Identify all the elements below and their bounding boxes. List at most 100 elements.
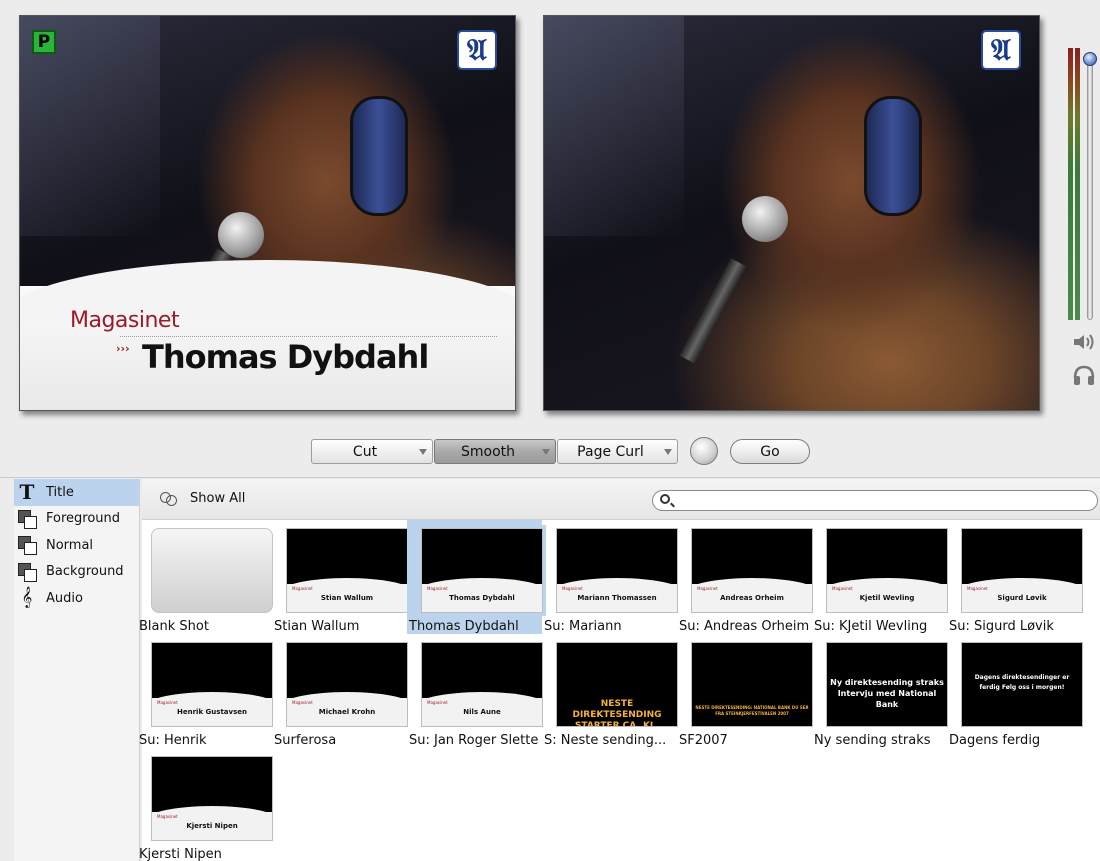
headphones-image [864,96,922,216]
category-foreground[interactable]: Foreground [14,506,139,533]
shot-thumbnail: Magasinet Kjetil Wevling [826,528,948,613]
speaker-icon[interactable] [1072,332,1096,352]
shot-tile[interactable]: Magasinet Andreas Orheim Su: Andreas Orhe… [677,520,813,634]
show-all-icon [160,491,178,506]
transition-options-icon[interactable] [690,437,718,465]
shot-library: Show All Blank Shot Magasinet Stian Wallu… [139,479,1100,861]
shot-tile[interactable]: Magasinet Kjersti Nipen Kjersti Nipen [137,748,273,861]
search-field[interactable] [652,490,1098,511]
audio-meter-left [1068,48,1073,320]
preview-monitor[interactable]: P 𝔄 Magasinet ››› Thomas Dybdahl [19,15,516,411]
shot-caption: Surferosa [274,733,337,748]
shot-tile[interactable]: Ny direktesending straks Intervju med Na… [812,634,948,748]
shot-thumbnail [151,528,273,613]
shot-caption: Su: KJetil Wevling [814,619,928,634]
audio-meter-right [1075,48,1080,320]
lower-third-brand: Magasinet [70,308,180,333]
category-audio[interactable]: 𝄞 Audio [14,585,139,612]
microphone-head-image [742,196,788,242]
shot-tile[interactable]: Magasinet Kjetil Wevling Su: KJetil Wevli… [812,520,948,634]
shot-tile[interactable]: NESTE DIREKTESENDING STARTER CA. KL. 19:… [542,634,678,748]
shot-caption: Dagens ferdig [949,733,1041,748]
shot-caption: Stian Wallum [274,619,360,634]
treble-clef-icon: 𝄞 [21,587,33,609]
headphones-image [350,96,408,216]
shot-tile-selected[interactable]: Magasinet Thomas Dybdahl Thomas Dybdahl [407,520,543,634]
layer-stack-icon [18,562,37,582]
shot-caption: Thomas Dybdahl [409,619,519,634]
shot-thumbnail: Magasinet Thomas Dybdahl [421,528,543,613]
shot-tile[interactable]: Dagens direktesendinger er ferdig Følg o… [947,634,1083,748]
shot-caption: Blank Shot [139,619,209,634]
title-icon: T [19,480,35,505]
category-sidebar: T Title Foreground Normal Background 𝄞 A… [14,479,140,861]
category-label: Title [46,484,74,500]
shot-thumbnail: Dagens direktesendinger er ferdig Følg o… [961,642,1083,727]
search-icon [660,494,670,504]
category-label: Audio [46,590,83,606]
shot-tile[interactable]: Magasinet Henrik Gustavsen Su: Henrik [137,634,273,748]
shot-tile[interactable]: Blank Shot [137,520,273,634]
lower-third-graphic: Magasinet ››› Thomas Dybdahl [20,260,515,410]
shot-tile[interactable]: Magasinet Mariann Thomassen Su: Mariann [542,520,678,634]
video-frame [544,16,1039,410]
volume-fader-knob[interactable] [1083,52,1097,66]
shot-caption: Ny sending straks [814,733,931,748]
stage-light [544,16,684,236]
program-badge: P [32,30,56,54]
category-normal[interactable]: Normal [14,532,139,559]
shot-tile[interactable]: NESTE DIREKTESENDING: NATIONAL BANK DU S… [677,634,813,748]
go-button[interactable]: Go [730,439,810,464]
shot-thumbnail: Magasinet Mariann Thomassen [556,528,678,613]
transition-cut-label: Cut [352,443,378,460]
shot-caption: Kjersti Nipen [139,847,222,861]
shot-thumbnail: Magasinet Nils Aune [421,642,543,727]
lower-third-name: Thomas Dybdahl [142,338,429,376]
shot-tile[interactable]: Magasinet Nils Aune Su: Jan Roger Slette [407,634,543,748]
shot-thumbnail: Magasinet Henrik Gustavsen [151,642,273,727]
shot-caption: Su: Andreas Orheim [679,619,810,634]
chevron-down-icon[interactable] [664,449,672,455]
transition-smooth-button[interactable]: Smooth [434,439,556,464]
channel-logo: 𝔄 [457,30,497,70]
transition-cut-button[interactable]: Cut [311,439,433,464]
shot-tile[interactable]: Magasinet Sigurd Løvik Su: Sigurd Løvik [947,520,1083,634]
volume-fader-track[interactable] [1087,58,1093,320]
layer-stack-icon [18,509,37,529]
shot-thumbnail: Magasinet Sigurd Løvik [961,528,1083,613]
shot-thumbnail: Magasinet Kjersti Nipen [151,756,273,841]
chevron-down-icon[interactable] [542,449,550,455]
shot-thumbnail: Magasinet Andreas Orheim [691,528,813,613]
shot-caption: Su: Jan Roger Slette [409,733,539,748]
chevron-down-icon[interactable] [419,449,427,455]
shot-thumbnail: Magasinet Stian Wallum [286,528,408,613]
transition-smooth-label: Smooth [460,443,516,460]
transition-page-curl-button[interactable]: Page Curl [557,439,678,464]
category-label: Background [46,564,124,580]
channel-logo: 𝔄 [981,30,1021,70]
library-toolbar: Show All [142,479,1100,520]
layer-stack-icon [18,536,37,556]
shot-caption: S: Neste sending... [544,733,667,748]
shot-caption: SF2007 [679,733,728,748]
show-all-button[interactable]: Show All [160,491,245,506]
shot-thumbnail: NESTE DIREKTESENDING: NATIONAL BANK DU S… [691,642,813,727]
category-background[interactable]: Background [14,559,139,586]
show-all-label: Show All [190,491,246,506]
shot-thumbnail: Ny direktesending straks Intervju med Na… [826,642,948,727]
microphone-image [679,258,747,364]
category-label: Foreground [46,511,121,527]
program-monitor[interactable]: 𝔄 [543,15,1040,411]
shot-tile[interactable]: Magasinet Michael Krohn Surferosa [272,634,408,748]
shot-thumbnail: Magasinet Michael Krohn [286,642,408,727]
shot-tile[interactable]: Magasinet Stian Wallum Stian Wallum [272,520,408,634]
shot-caption: Su: Sigurd Løvik [949,619,1054,634]
audio-level-meter [1066,48,1086,320]
headphones-icon[interactable] [1072,364,1096,386]
microphone-head-image [218,212,264,258]
shot-thumbnail: NESTE DIREKTESENDING STARTER CA. KL. 19:… [556,642,678,727]
lower-third-arrow: ››› [116,342,130,355]
category-title[interactable]: T Title [14,479,139,506]
panel-divider [0,477,1100,478]
search-input[interactable] [677,493,1087,508]
